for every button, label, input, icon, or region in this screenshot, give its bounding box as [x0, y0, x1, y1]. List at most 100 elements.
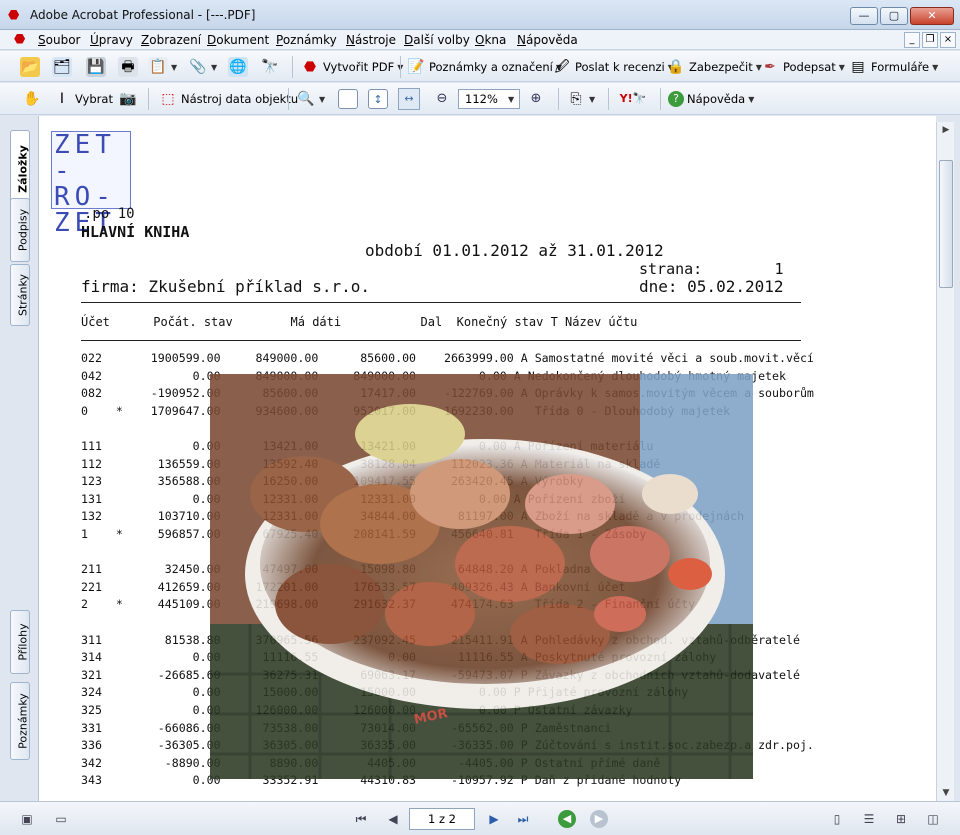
page-size-icon[interactable]: ▭ [52, 810, 70, 828]
toolbar-separator [558, 88, 559, 110]
tab-attachments[interactable]: Přílohy [10, 610, 30, 674]
web-button[interactable]: 🌐 [228, 56, 248, 78]
form-icon: ▤ [851, 59, 865, 75]
select-tool-button[interactable]: Ⅰ Vybrat [52, 88, 113, 110]
tab-signatures[interactable]: Podpisy [10, 198, 30, 262]
chevron-down-icon: ▼ [508, 94, 515, 104]
document-date: dne: 05.02.2012 [639, 277, 784, 296]
mushroom-photo: MOR [210, 374, 753, 779]
tab-label: Přílohy [16, 623, 30, 661]
rotate-view-button[interactable]: ⎘ ▼ [566, 88, 595, 110]
next-page-button[interactable]: ▶ [485, 810, 503, 828]
view-mode-icon[interactable]: ▣ [18, 810, 36, 828]
forward-button[interactable]: ▶ [590, 810, 608, 828]
back-button[interactable]: ◀ [558, 810, 576, 828]
title-bar: ⬣ Adobe Acrobat Professional - [---.PDF]… [0, 0, 960, 30]
print-button[interactable]: 🖶 [118, 56, 138, 78]
page-number-input[interactable]: 1 z 2 [409, 808, 475, 830]
help-button[interactable]: ? Nápověda ▼ [668, 88, 754, 110]
divider [81, 340, 801, 341]
secure-button[interactable]: 🔒 Zabezpečit ▼ [666, 56, 762, 78]
search-button[interactable]: 🔭 [260, 56, 280, 78]
zoom-in-tool-button[interactable]: 🔍 ▼ [296, 88, 325, 110]
text-cursor-icon: Ⅰ [59, 91, 65, 107]
email-button[interactable]: 📋 ▼ [148, 56, 177, 78]
plus-circle-icon: ⊕ [530, 91, 542, 106]
document-view[interactable]: ZET -RO- ZET .po 10 HLAVNÍ KNIHA období … [38, 116, 936, 801]
menu-document[interactable]: Dokument [207, 33, 269, 47]
company-logo: ZET -RO- ZET [51, 130, 131, 236]
doc-close-button[interactable]: × [940, 32, 956, 48]
attach-button[interactable]: 📎 ▼ [188, 56, 217, 78]
actual-size-button[interactable] [338, 88, 358, 110]
maximize-button[interactable]: ▢ [880, 7, 908, 25]
logo-line: ZET [54, 130, 116, 160]
send-review-button[interactable]: 🖉 Poslat k recenzi ▼ [552, 56, 674, 78]
last-page-button[interactable]: ⏭ [514, 810, 532, 828]
menu-help[interactable]: Nápověda [517, 33, 578, 47]
menu-tools[interactable]: Nástroje [346, 33, 396, 47]
save-icon: 💾 [86, 57, 106, 77]
continuous-icon[interactable]: ☰ [860, 810, 878, 828]
tab-pages[interactable]: Stránky [10, 264, 30, 326]
menu-window[interactable]: Okna [475, 33, 506, 47]
menu-edit[interactable]: Úpravy [90, 33, 133, 47]
single-page-icon[interactable]: ▯ [828, 810, 846, 828]
fit-page-button[interactable]: ↕ [368, 88, 388, 110]
camera-icon: 📷 [119, 91, 137, 107]
hand-tool-button[interactable]: ✋ [22, 88, 42, 110]
help-icon: ? [668, 91, 684, 107]
globe-mail-icon: 🌐 [228, 57, 248, 77]
doc-restore-button[interactable]: ❐ [922, 32, 938, 48]
scroll-up-button[interactable]: ▶ [938, 122, 954, 138]
tools-toolbar: ✋ Ⅰ Vybrat 📷 ⬚ Nástroj data objektu 🔍 ▼ ↕ ↔… [0, 83, 960, 115]
tab-comments[interactable]: Poznámky [10, 682, 30, 760]
open-button[interactable]: 📂 [20, 56, 40, 78]
minimize-button[interactable]: — [850, 7, 878, 25]
snapshot-tool-button[interactable]: 📷 [118, 88, 138, 110]
organizer-button[interactable]: 🗂 [52, 56, 72, 78]
facing-icon[interactable]: ⊞ [892, 810, 910, 828]
zoom-dropdown[interactable]: ▼ [508, 88, 514, 110]
fit-width-button[interactable]: ↔ [398, 88, 420, 110]
save-button[interactable]: 💾 [86, 56, 106, 78]
scroll-thumb[interactable] [939, 160, 953, 288]
create-pdf-button[interactable]: ⬣Vytvořit PDF▼ [300, 56, 404, 78]
menu-bar: ⬣ Soubor Úpravy Zobrazení Dokument Pozná… [0, 30, 960, 50]
tab-label: Poznámky [16, 693, 30, 749]
vertical-scrollbar[interactable]: ▶ ▼ [936, 122, 954, 801]
first-page-button[interactable]: ⏮ [352, 810, 370, 828]
zoom-out-button[interactable]: ⊖ [432, 88, 452, 110]
period-text: období 01.01.2012 až 31.01.2012 [365, 241, 664, 260]
sign-button[interactable]: ✒ Podepsat ▼ [760, 56, 845, 78]
chevron-down-icon: ▼ [589, 94, 596, 104]
comments-button[interactable]: 📝 Poznámky a označení ▼ [406, 56, 562, 78]
forms-button[interactable]: ▤ Formuláře ▼ [848, 56, 938, 78]
menu-view[interactable]: Zobrazení [141, 33, 201, 47]
logo-subtitle: .po 10 [84, 206, 135, 222]
object-data-tool-button[interactable]: ⬚ Nástroj data objektu [158, 88, 298, 110]
menu-file[interactable]: Soubor [38, 33, 80, 47]
object-data-label: Nástroj data objektu [181, 92, 299, 106]
create-pdf-icon: ⬣ [303, 59, 317, 75]
continuous-facing-icon[interactable]: ◫ [924, 810, 942, 828]
menu-advanced[interactable]: Další volby [404, 33, 470, 47]
window-title: Adobe Acrobat Professional - [---.PDF] [30, 8, 256, 22]
close-button[interactable]: ✕ [910, 7, 954, 25]
file-toolbar: 📂 🗂 💾 🖶 📋▼ 📎▼ 🌐 🔭 ⬣ Vytvořit PDF ▼ 📝Poznám… [0, 51, 960, 82]
chevron-down-icon: ▼ [838, 62, 845, 72]
page-number-text: strana: 1 [639, 260, 784, 278]
zoom-in-button[interactable]: ⊕ [526, 88, 546, 110]
previous-page-button[interactable]: ◀ [384, 810, 402, 828]
yahoo-search-button[interactable]: Y!🔭 [616, 88, 650, 110]
pdf-document-icon[interactable]: ⬣ [14, 32, 25, 47]
binoculars-icon: 🔭 [261, 59, 279, 75]
acrobat-icon: ⬣ [8, 8, 20, 23]
chevron-down-icon: ▼ [171, 62, 178, 72]
create-pdf-label: Vytvořit PDF [323, 60, 395, 74]
doc-minimize-button[interactable]: _ [904, 32, 920, 48]
menu-comments[interactable]: Poznámky [276, 33, 337, 47]
rotate-pages-icon: ⎘ [570, 91, 582, 107]
toolbar-separator [400, 56, 401, 78]
scroll-down-button[interactable]: ▼ [938, 785, 954, 801]
